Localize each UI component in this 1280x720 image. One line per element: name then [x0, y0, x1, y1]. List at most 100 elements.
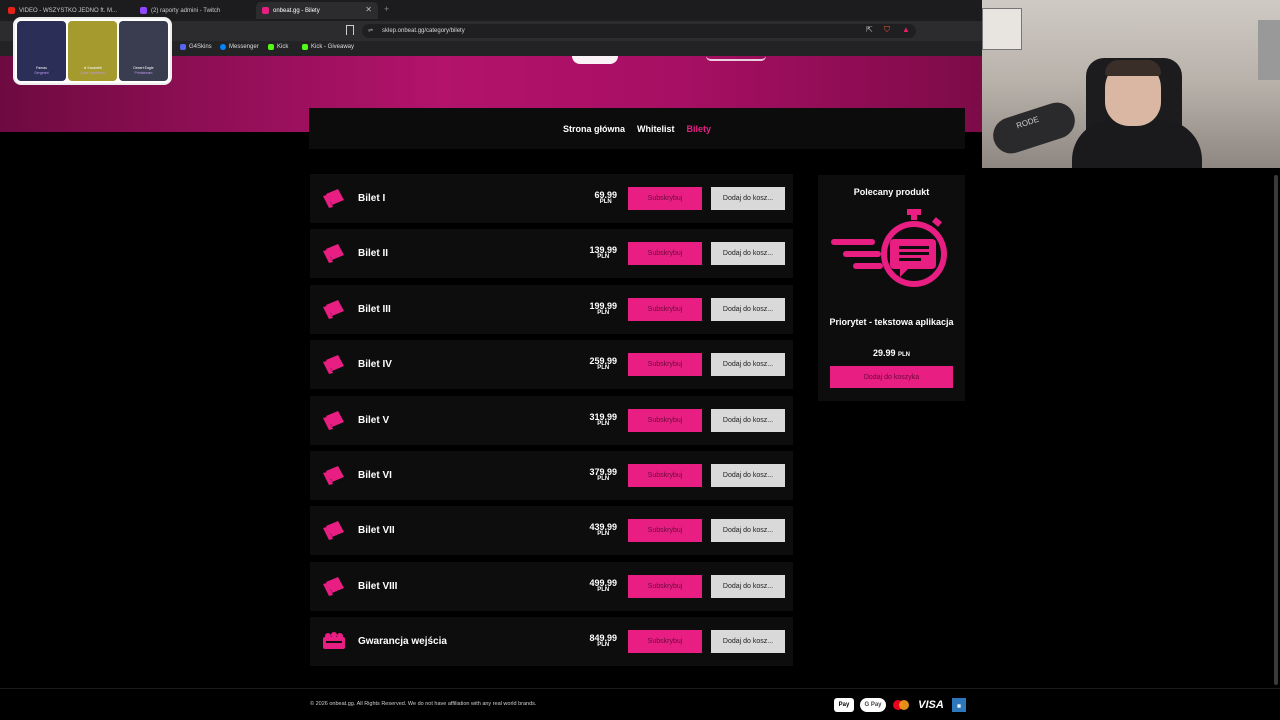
bookmark-label: Messenger	[229, 44, 259, 50]
product-price: 379.99 PLN	[589, 467, 617, 482]
product-price: 499.99 PLN	[589, 578, 617, 593]
subscribe-button[interactable]: Subskrybuj	[628, 187, 702, 210]
skin-name: ★ Karambit	[83, 66, 102, 70]
featured-name: Priorytet - tekstowa aplikacja	[829, 317, 954, 327]
google-pay-icon: G Pay	[860, 698, 886, 712]
add-to-cart-button[interactable]: Dodaj do kosz...	[711, 409, 785, 432]
subscribe-button[interactable]: Subskrybuj	[628, 298, 702, 321]
guarantee-icon	[323, 632, 345, 649]
add-to-cart-button[interactable]: Dodaj do kosz...	[711, 242, 785, 265]
add-to-cart-button[interactable]: Dodaj do kosz...	[711, 464, 785, 487]
bookmark-icon[interactable]	[346, 25, 354, 35]
wall-picture	[982, 8, 1022, 50]
onbeat-icon	[262, 7, 269, 14]
footer-copyright: © 2026 onbeat.gg. All Rights Reserved. W…	[310, 701, 537, 707]
product-row: Bilet V 319.99 PLN Subskrybuj Dodaj do kosz.…	[310, 396, 793, 445]
skins-overlay: Famas Sergeant ★ Karambit Case Hardened …	[13, 17, 172, 85]
skin-card: ★ Karambit Case Hardened	[68, 21, 117, 81]
product-name: Gwarancja wejścia	[358, 636, 447, 647]
product-price: 199.99 PLN	[589, 301, 617, 316]
product-row: Bilet II 139.99 PLN Subskrybuj Dodaj do kosz…	[310, 229, 793, 278]
product-price: 439.99 PLN	[589, 522, 617, 537]
product-name: Bilet III	[358, 304, 391, 315]
share-icon[interactable]: ⇱	[866, 25, 873, 34]
product-row: Bilet VII 439.99 PLN Subskrybuj Dodaj do kos…	[310, 506, 793, 555]
amex-icon: ▦	[952, 698, 966, 712]
kick-icon	[302, 44, 308, 50]
tab-label: VIDEO - WSZYSTKO JEDNO ft. M...	[19, 7, 118, 14]
product-name: Bilet VII	[358, 525, 395, 536]
bookmark-label: Kick	[277, 44, 289, 50]
product-name: Bilet V	[358, 415, 390, 426]
tab-onbeat[interactable]: onbeat.gg - Bilety ✕	[256, 2, 378, 19]
product-row: Bilet I 69.99 PLN Subskrybuj Dodaj do kosz..…	[310, 174, 793, 223]
site-info-icon[interactable]: ⇌	[368, 27, 373, 34]
subscribe-button[interactable]: Subskrybuj	[628, 519, 702, 542]
product-name: Bilet IV	[358, 359, 392, 370]
ticket-icon	[323, 577, 344, 596]
g4skins-icon	[180, 44, 186, 50]
close-tab-icon[interactable]: ✕	[365, 5, 372, 14]
streamer-body	[1072, 120, 1202, 168]
ticket-icon	[323, 466, 344, 485]
product-price: 319.99 PLN	[589, 412, 617, 427]
featured-price-value: 29.99	[872, 348, 896, 358]
skin-variant: Case Hardened	[80, 71, 105, 75]
rewards-icon[interactable]: ▲	[902, 25, 910, 34]
apple-pay-label: Pay	[838, 702, 850, 708]
add-to-cart-button[interactable]: Dodaj do kosz...	[711, 298, 785, 321]
ticket-icon	[323, 521, 344, 540]
skin-card: Desert Eagle Printstream	[119, 21, 168, 81]
nav-home[interactable]: Strona główna	[563, 124, 625, 134]
new-tab-icon[interactable]: +	[384, 4, 389, 14]
mastercard-icon	[892, 698, 910, 712]
youtube-icon	[8, 7, 15, 14]
add-to-cart-button[interactable]: Dodaj do kosz...	[711, 187, 785, 210]
logo-fragment	[706, 56, 766, 61]
microphone	[988, 97, 1080, 159]
add-to-cart-button[interactable]: Dodaj do kosz...	[711, 575, 785, 598]
nav-tickets[interactable]: Bilety	[687, 124, 712, 134]
brave-shield-icon[interactable]: ⛉	[884, 25, 890, 35]
subscribe-button[interactable]: Subskrybuj	[628, 630, 702, 653]
product-row: Bilet VI 379.99 PLN Subskrybuj Dodaj do kosz…	[310, 451, 793, 500]
webcam-feed: RODE	[982, 0, 1280, 168]
bookmark-kick-giveaway[interactable]: Kick - Giveaway	[302, 44, 354, 50]
logo-fragment	[572, 56, 618, 64]
ticket-icon	[323, 244, 344, 263]
product-row: Bilet III 199.99 PLN Subskrybuj Dodaj do kos…	[310, 285, 793, 334]
bookmark-kick[interactable]: Kick	[268, 44, 288, 50]
footer-divider	[0, 688, 1280, 689]
main-nav: Strona główna Whitelist Bilety	[309, 108, 965, 149]
url-field[interactable]: ⇌ sklep.onbeat.gg/category/bilety	[362, 24, 916, 38]
subscribe-button[interactable]: Subskrybuj	[628, 353, 702, 376]
product-price: 69.99 PLN	[594, 190, 617, 205]
add-to-cart-button[interactable]: Dodaj do kosz...	[711, 630, 785, 653]
visa-label: VISA	[918, 699, 944, 711]
featured-currency: PLN	[898, 352, 911, 358]
scrollbar[interactable]	[1274, 175, 1278, 685]
subscribe-button[interactable]: Subskrybuj	[628, 464, 702, 487]
product-price: 259.99 PLN	[589, 356, 617, 371]
add-to-cart-button[interactable]: Dodaj do kosz...	[711, 519, 785, 542]
subscribe-button[interactable]: Subskrybuj	[628, 575, 702, 598]
add-to-cart-button[interactable]: Dodaj do kosz...	[711, 353, 785, 376]
bookmark-messenger[interactable]: Messenger	[220, 44, 259, 50]
subscribe-button[interactable]: Subskrybuj	[628, 409, 702, 432]
kick-icon	[268, 44, 274, 50]
nav-whitelist[interactable]: Whitelist	[637, 124, 675, 134]
priority-stopwatch-icon	[831, 209, 947, 287]
featured-add-to-cart-button[interactable]: Dodaj do koszyka	[830, 366, 953, 388]
product-price: 849.99 PLN	[589, 633, 617, 648]
product-row: Gwarancja wejścia 849.99 PLN Subskrybuj Doda…	[310, 617, 793, 666]
url-text: sklep.onbeat.gg/category/bilety	[382, 28, 465, 34]
subscribe-button[interactable]: Subskrybuj	[628, 242, 702, 265]
streamer-hair	[1105, 60, 1161, 76]
twitch-icon	[140, 7, 147, 14]
bookmark-g4skins[interactable]: G4Skins	[180, 44, 212, 50]
skin-name: Desert Eagle	[133, 66, 154, 70]
product-name: Bilet VI	[358, 470, 392, 481]
featured-title: Polecany produkt	[853, 187, 930, 197]
bookmark-label: Kick - Giveaway	[311, 44, 355, 50]
messenger-icon	[220, 44, 226, 50]
